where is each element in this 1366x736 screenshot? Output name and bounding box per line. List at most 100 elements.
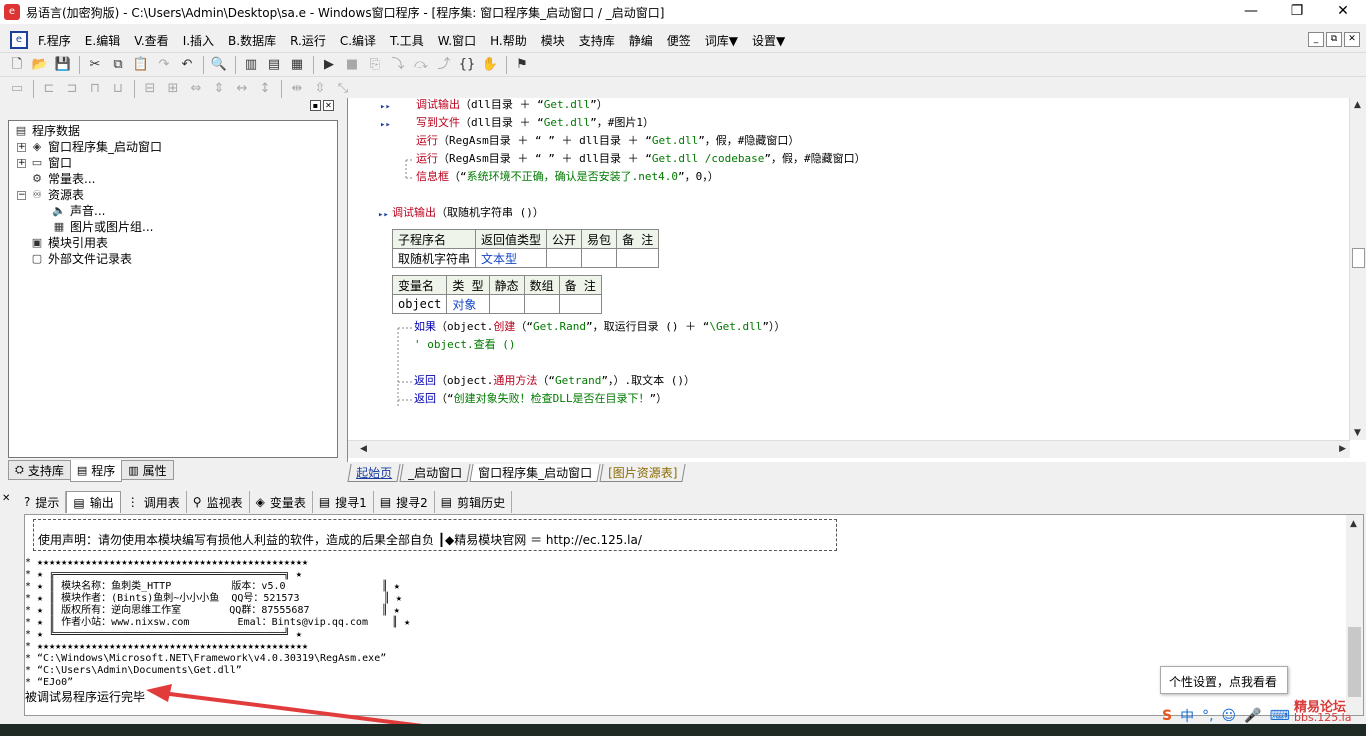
- code-line[interactable]: 返回（object.通用方法（“Getrand”，）.取文本 ()）: [414, 372, 695, 390]
- menu-item[interactable]: B.数据库: [221, 32, 283, 49]
- close-button[interactable]: ✕: [1320, 0, 1366, 24]
- step-over-icon[interactable]: ⤼: [410, 55, 432, 75]
- table-cell[interactable]: 对象: [446, 294, 490, 314]
- find-icon[interactable]: 🔍: [208, 55, 230, 75]
- size-v-icon[interactable]: ⇳: [309, 79, 331, 99]
- step-into-icon[interactable]: ⤵: [387, 55, 409, 75]
- code-area[interactable]: ▸▸ ▸▸ ▸▸ 调试输出（dll目录 ＋ “Get.dll”） 写到文件（dl…: [348, 98, 1346, 440]
- table-cell[interactable]: 公开: [546, 229, 583, 249]
- tree-node[interactable]: ▤ 程序数据: [13, 123, 337, 139]
- code-line[interactable]: 运行（RegAsm目录 ＋ “ ” ＋ dll目录 ＋ “Get.dll /co…: [416, 150, 866, 168]
- punctuation-icon[interactable]: °,: [1202, 708, 1213, 724]
- tree-node[interactable]: ▣ 模块引用表: [13, 235, 337, 251]
- menu-item[interactable]: E.编辑: [78, 32, 127, 49]
- table-cell[interactable]: 静态: [488, 275, 525, 295]
- bottom-tab[interactable]: ▤ 搜寻2: [374, 491, 435, 513]
- keyboard-icon[interactable]: ⌨: [1270, 708, 1290, 724]
- redo-icon[interactable]: ↷: [153, 55, 175, 75]
- mdi-minimize-button[interactable]: _: [1308, 32, 1324, 47]
- undo-icon[interactable]: ↶: [176, 55, 198, 75]
- mdi-restore-button[interactable]: ⧉: [1326, 32, 1342, 47]
- table-cell[interactable]: [546, 248, 583, 268]
- bottom-tab[interactable]: ▤ 搜寻1: [313, 491, 374, 513]
- tree-node[interactable]: + ◈ 窗口程序集_启动窗口: [13, 139, 337, 155]
- menu-item[interactable]: 词库▼: [698, 32, 745, 49]
- table-cell[interactable]: [523, 294, 560, 314]
- project-tree[interactable]: ▤ 程序数据 + ◈ 窗口程序集_启动窗口 + ▭ 窗口 ⚙ 常量表... − ♾ 资源表 🔈 声音... ▦…: [8, 120, 338, 458]
- editor-vertical-scrollbar[interactable]: ▲ ▼: [1349, 98, 1366, 440]
- tree-node[interactable]: ⚙ 常量表...: [13, 171, 337, 187]
- table-cell[interactable]: 返回值类型: [475, 229, 548, 249]
- scroll-thumb[interactable]: [1348, 627, 1361, 697]
- menu-item[interactable]: 模块: [534, 32, 572, 49]
- tree-node[interactable]: 🔈 声音...: [13, 203, 337, 219]
- sogou-logo-icon[interactable]: S: [1162, 708, 1172, 724]
- panel-close-icon[interactable]: ✕: [2, 493, 10, 504]
- space-h-icon[interactable]: ↔: [231, 79, 253, 99]
- same-height-icon[interactable]: ⇕: [208, 79, 230, 99]
- code-line[interactable]: 写到文件（dll目录 ＋ “Get.dll”，#图片1）: [416, 114, 654, 132]
- menu-item[interactable]: 便签: [660, 32, 698, 49]
- copy-icon[interactable]: ⧉: [107, 55, 129, 75]
- step-out-icon[interactable]: ⤴: [433, 55, 455, 75]
- bottom-tab[interactable]: ⚲ 监视表: [187, 491, 250, 513]
- open-file-icon[interactable]: 📂: [29, 55, 51, 75]
- code-line[interactable]: ' object.查看 (): [414, 336, 515, 354]
- space-v-icon[interactable]: ↕: [254, 79, 276, 99]
- code-line[interactable]: 返回（“创建对象失败！检查DLL是否在目录下！”）: [414, 390, 667, 408]
- table-cell[interactable]: [488, 294, 525, 314]
- paste-icon[interactable]: 📋: [130, 55, 152, 75]
- menu-item[interactable]: I.插入: [176, 32, 221, 49]
- bottom-tab[interactable]: ⋮ 调用表: [121, 491, 187, 513]
- menu-item[interactable]: 静编: [622, 32, 660, 49]
- table-cell[interactable]: [581, 248, 618, 268]
- braces-icon[interactable]: {}: [456, 55, 478, 75]
- chinese-mode-icon[interactable]: 中: [1180, 706, 1194, 726]
- table-cell[interactable]: 类 型: [446, 275, 490, 295]
- maximize-button[interactable]: ❐: [1274, 0, 1320, 24]
- emoji-icon[interactable]: ☺: [1222, 708, 1237, 724]
- tree-node[interactable]: ▦ 图片或图片组...: [13, 219, 337, 235]
- menu-item[interactable]: C.编译: [333, 32, 383, 49]
- expander-icon[interactable]: −: [17, 190, 26, 200]
- align-top-icon[interactable]: ⊓: [84, 79, 106, 99]
- code-line[interactable]: 信息框（“系统环境不正确，确认是否安装了.net4.0”，0，）: [416, 168, 719, 186]
- editor-tab[interactable]: _启动窗口: [399, 464, 471, 482]
- menu-item[interactable]: H.帮助: [483, 32, 534, 49]
- menu-logo-icon[interactable]: e: [10, 31, 28, 49]
- variable-table[interactable]: 变量名类 型静态 数组备 注 object 对象: [391, 275, 602, 314]
- editor-tab[interactable]: [图片资源表]: [599, 464, 687, 482]
- scroll-thumb[interactable]: [1352, 248, 1365, 268]
- code-line[interactable]: 如果（object.创建（“Get.Rand”，取运行目录 () ＋ “\Get…: [414, 318, 785, 336]
- save-icon[interactable]: 💾: [52, 55, 74, 75]
- menu-item[interactable]: W.窗口: [431, 32, 483, 49]
- menu-item[interactable]: F.程序: [31, 32, 78, 49]
- editor-horizontal-scrollbar[interactable]: ◀ ▶: [348, 440, 1350, 458]
- minimize-button[interactable]: —: [1228, 0, 1274, 24]
- align-left-icon[interactable]: ⊏: [38, 79, 60, 99]
- bottom-tab[interactable]: ▤ 输出: [66, 491, 121, 513]
- layout-2-icon[interactable]: ▤: [263, 55, 285, 75]
- editor-tab[interactable]: 起始页: [347, 464, 401, 482]
- tree-node[interactable]: − ♾ 资源表: [13, 187, 337, 203]
- size-both-icon[interactable]: ⤡: [332, 79, 354, 99]
- panel-close-button[interactable]: ✕: [323, 100, 334, 111]
- tab-support-lib[interactable]: ⛭ 支持库: [8, 460, 71, 480]
- tab-properties[interactable]: ▥ 属性: [121, 460, 174, 480]
- tree-node[interactable]: + ▭ 窗口: [13, 155, 337, 171]
- center-h-icon[interactable]: ⊟: [139, 79, 161, 99]
- table-cell[interactable]: [558, 294, 602, 314]
- table-cell[interactable]: 备 注: [616, 229, 660, 249]
- table-cell[interactable]: [616, 248, 660, 268]
- microphone-icon[interactable]: 🎤: [1244, 708, 1261, 724]
- subroutine-table[interactable]: 子程序名 返回值类型 公开 易包备 注 取随机字符串 文本型: [391, 229, 660, 268]
- code-line[interactable]: 调试输出（dll目录 ＋ “Get.dll”）: [416, 98, 608, 114]
- bottom-tab[interactable]: ? 提示: [18, 491, 67, 513]
- cut-icon[interactable]: ✂: [84, 55, 106, 75]
- tab-program[interactable]: ▤ 程序: [69, 460, 123, 482]
- step-icon[interactable]: ⎘: [364, 55, 386, 75]
- output-scrollbar[interactable]: ▲: [1346, 515, 1363, 715]
- menu-item[interactable]: 设置▼: [745, 32, 792, 49]
- debug-icon[interactable]: ⚑: [511, 55, 533, 75]
- layout-1-icon[interactable]: ▥: [240, 55, 262, 75]
